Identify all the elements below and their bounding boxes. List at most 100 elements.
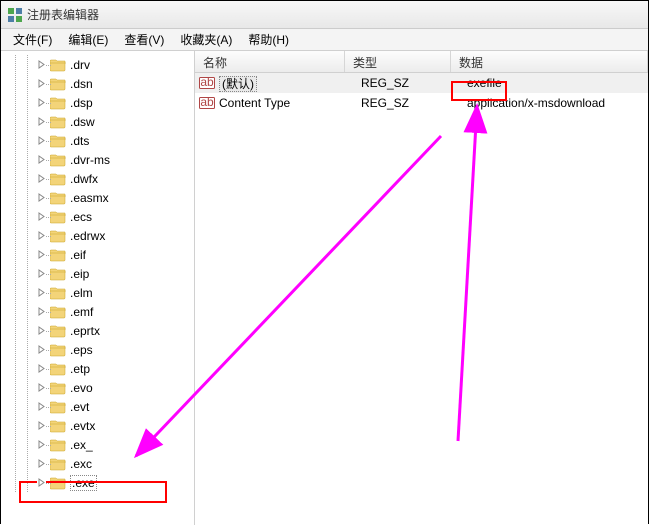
folder-icon — [50, 134, 66, 148]
menu-file[interactable]: 文件(F) — [5, 29, 60, 50]
folder-icon — [50, 248, 66, 262]
folder-icon — [50, 362, 66, 376]
tree-item[interactable]: .evtx — [31, 416, 194, 435]
tree-item-label: .evtx — [70, 419, 95, 433]
folder-icon — [50, 419, 66, 433]
folder-icon — [50, 476, 66, 490]
tree-expand-icon[interactable] — [37, 307, 46, 316]
tree-expand-icon[interactable] — [37, 79, 46, 88]
tree-item-label: .eip — [70, 267, 89, 281]
tree-panel[interactable]: .drv .dsn .dsp .dsw .dts.dvr-ms.dwfx .easmx .e… — [1, 51, 195, 525]
tree-expand-icon[interactable] — [37, 250, 46, 259]
tree-expand-icon[interactable] — [37, 345, 46, 354]
tree-item-label: .exc — [70, 457, 92, 471]
cell-data: application/x-msdownload — [467, 96, 644, 110]
list-header: 名称 类型 数据 — [195, 51, 648, 73]
tree-expand-icon[interactable] — [37, 136, 46, 145]
tree-item[interactable]: .dwfx — [31, 169, 194, 188]
tree-item[interactable]: .exc — [31, 454, 194, 473]
window-titlebar: 注册表编辑器 — [1, 1, 648, 29]
tree-expand-icon[interactable] — [37, 98, 46, 107]
tree-item-label: .easmx — [70, 191, 109, 205]
string-value-icon: ab — [199, 75, 215, 91]
list-row[interactable]: ab(默认)REG_SZexefile — [195, 73, 648, 93]
menu-favorites[interactable]: 收藏夹(A) — [172, 29, 240, 50]
tree-expand-icon[interactable] — [37, 478, 46, 487]
list-row[interactable]: ab Content TypeREG_SZapplication/x-msdown… — [195, 93, 648, 113]
tree-item-label: .eif — [70, 248, 86, 262]
tree-item[interactable]: .eps — [31, 340, 194, 359]
tree-expand-icon[interactable] — [37, 193, 46, 202]
tree-item[interactable]: .etp — [31, 359, 194, 378]
tree-expand-icon[interactable] — [37, 364, 46, 373]
tree-item-label: .drv — [70, 58, 90, 72]
tree-item[interactable]: .ex_ — [31, 435, 194, 454]
svg-text:ab: ab — [200, 95, 214, 109]
column-header-type[interactable]: 类型 — [345, 51, 451, 72]
tree-item[interactable]: .dsn — [31, 74, 194, 93]
tree-item[interactable]: .emf — [31, 302, 194, 321]
tree-item[interactable]: .dsp — [31, 93, 194, 112]
tree-expand-icon[interactable] — [37, 174, 46, 183]
tree-expand-icon[interactable] — [37, 402, 46, 411]
tree-item[interactable]: .dts — [31, 131, 194, 150]
folder-icon — [50, 324, 66, 338]
tree-item[interactable]: .elm — [31, 283, 194, 302]
svg-text:ab: ab — [200, 75, 214, 89]
menu-edit[interactable]: 编辑(E) — [60, 29, 116, 50]
tree-expand-icon[interactable] — [37, 269, 46, 278]
folder-icon — [50, 438, 66, 452]
tree-item-label: .evt — [70, 400, 89, 414]
tree-item[interactable]: .evo — [31, 378, 194, 397]
tree-item[interactable]: .easmx — [31, 188, 194, 207]
tree-item-label: .dsw — [70, 115, 95, 129]
tree-item-label: .eps — [70, 343, 93, 357]
tree-item[interactable]: .drv — [31, 55, 194, 74]
folder-icon — [50, 286, 66, 300]
folder-icon — [50, 115, 66, 129]
tree-expand-icon[interactable] — [37, 60, 46, 69]
tree-expand-icon[interactable] — [37, 288, 46, 297]
cell-name: Content Type — [219, 96, 361, 110]
tree-item[interactable]: .dvr-ms — [31, 150, 194, 169]
cell-type: REG_SZ — [361, 96, 467, 110]
folder-icon — [50, 343, 66, 357]
tree-item-label: .etp — [70, 362, 90, 376]
folder-icon — [50, 191, 66, 205]
folder-icon — [50, 58, 66, 72]
tree-item[interactable]: .ecs — [31, 207, 194, 226]
folder-icon — [50, 77, 66, 91]
column-header-data[interactable]: 数据 — [451, 51, 648, 72]
tree-item-label: .ex_ — [70, 438, 93, 452]
tree-item[interactable]: .edrwx — [31, 226, 194, 245]
menu-help[interactable]: 帮助(H) — [240, 29, 297, 50]
string-value-icon: ab — [199, 95, 215, 111]
tree-expand-icon[interactable] — [37, 421, 46, 430]
tree-item[interactable]: .eif — [31, 245, 194, 264]
list-body[interactable]: ab(默认)REG_SZexefileabContent TypeREG_SZa… — [195, 73, 648, 525]
tree-expand-icon[interactable] — [37, 212, 46, 221]
folder-icon — [50, 400, 66, 414]
folder-icon — [50, 381, 66, 395]
tree-expand-icon[interactable] — [37, 155, 46, 164]
tree-item[interactable]: .exe — [31, 473, 194, 492]
tree-item[interactable]: .evt — [31, 397, 194, 416]
tree-expand-icon[interactable] — [37, 231, 46, 240]
cell-type: REG_SZ — [361, 76, 467, 90]
folder-icon — [50, 172, 66, 186]
tree-expand-icon[interactable] — [37, 383, 46, 392]
tree-expand-icon[interactable] — [37, 459, 46, 468]
column-header-name[interactable]: 名称 — [195, 51, 345, 72]
tree-item-label: .elm — [70, 286, 93, 300]
cell-data: exefile — [467, 76, 644, 90]
tree-item[interactable]: .eip — [31, 264, 194, 283]
tree-item[interactable]: .eprtx — [31, 321, 194, 340]
tree-expand-icon[interactable] — [37, 326, 46, 335]
tree-item-label: .dsp — [70, 96, 93, 110]
menu-view[interactable]: 查看(V) — [116, 29, 172, 50]
window-title: 注册表编辑器 — [27, 6, 99, 23]
tree-expand-icon[interactable] — [37, 117, 46, 126]
tree-expand-icon[interactable] — [37, 440, 46, 449]
menubar: 文件(F) 编辑(E) 查看(V) 收藏夹(A) 帮助(H) — [1, 29, 648, 51]
tree-item[interactable]: .dsw — [31, 112, 194, 131]
